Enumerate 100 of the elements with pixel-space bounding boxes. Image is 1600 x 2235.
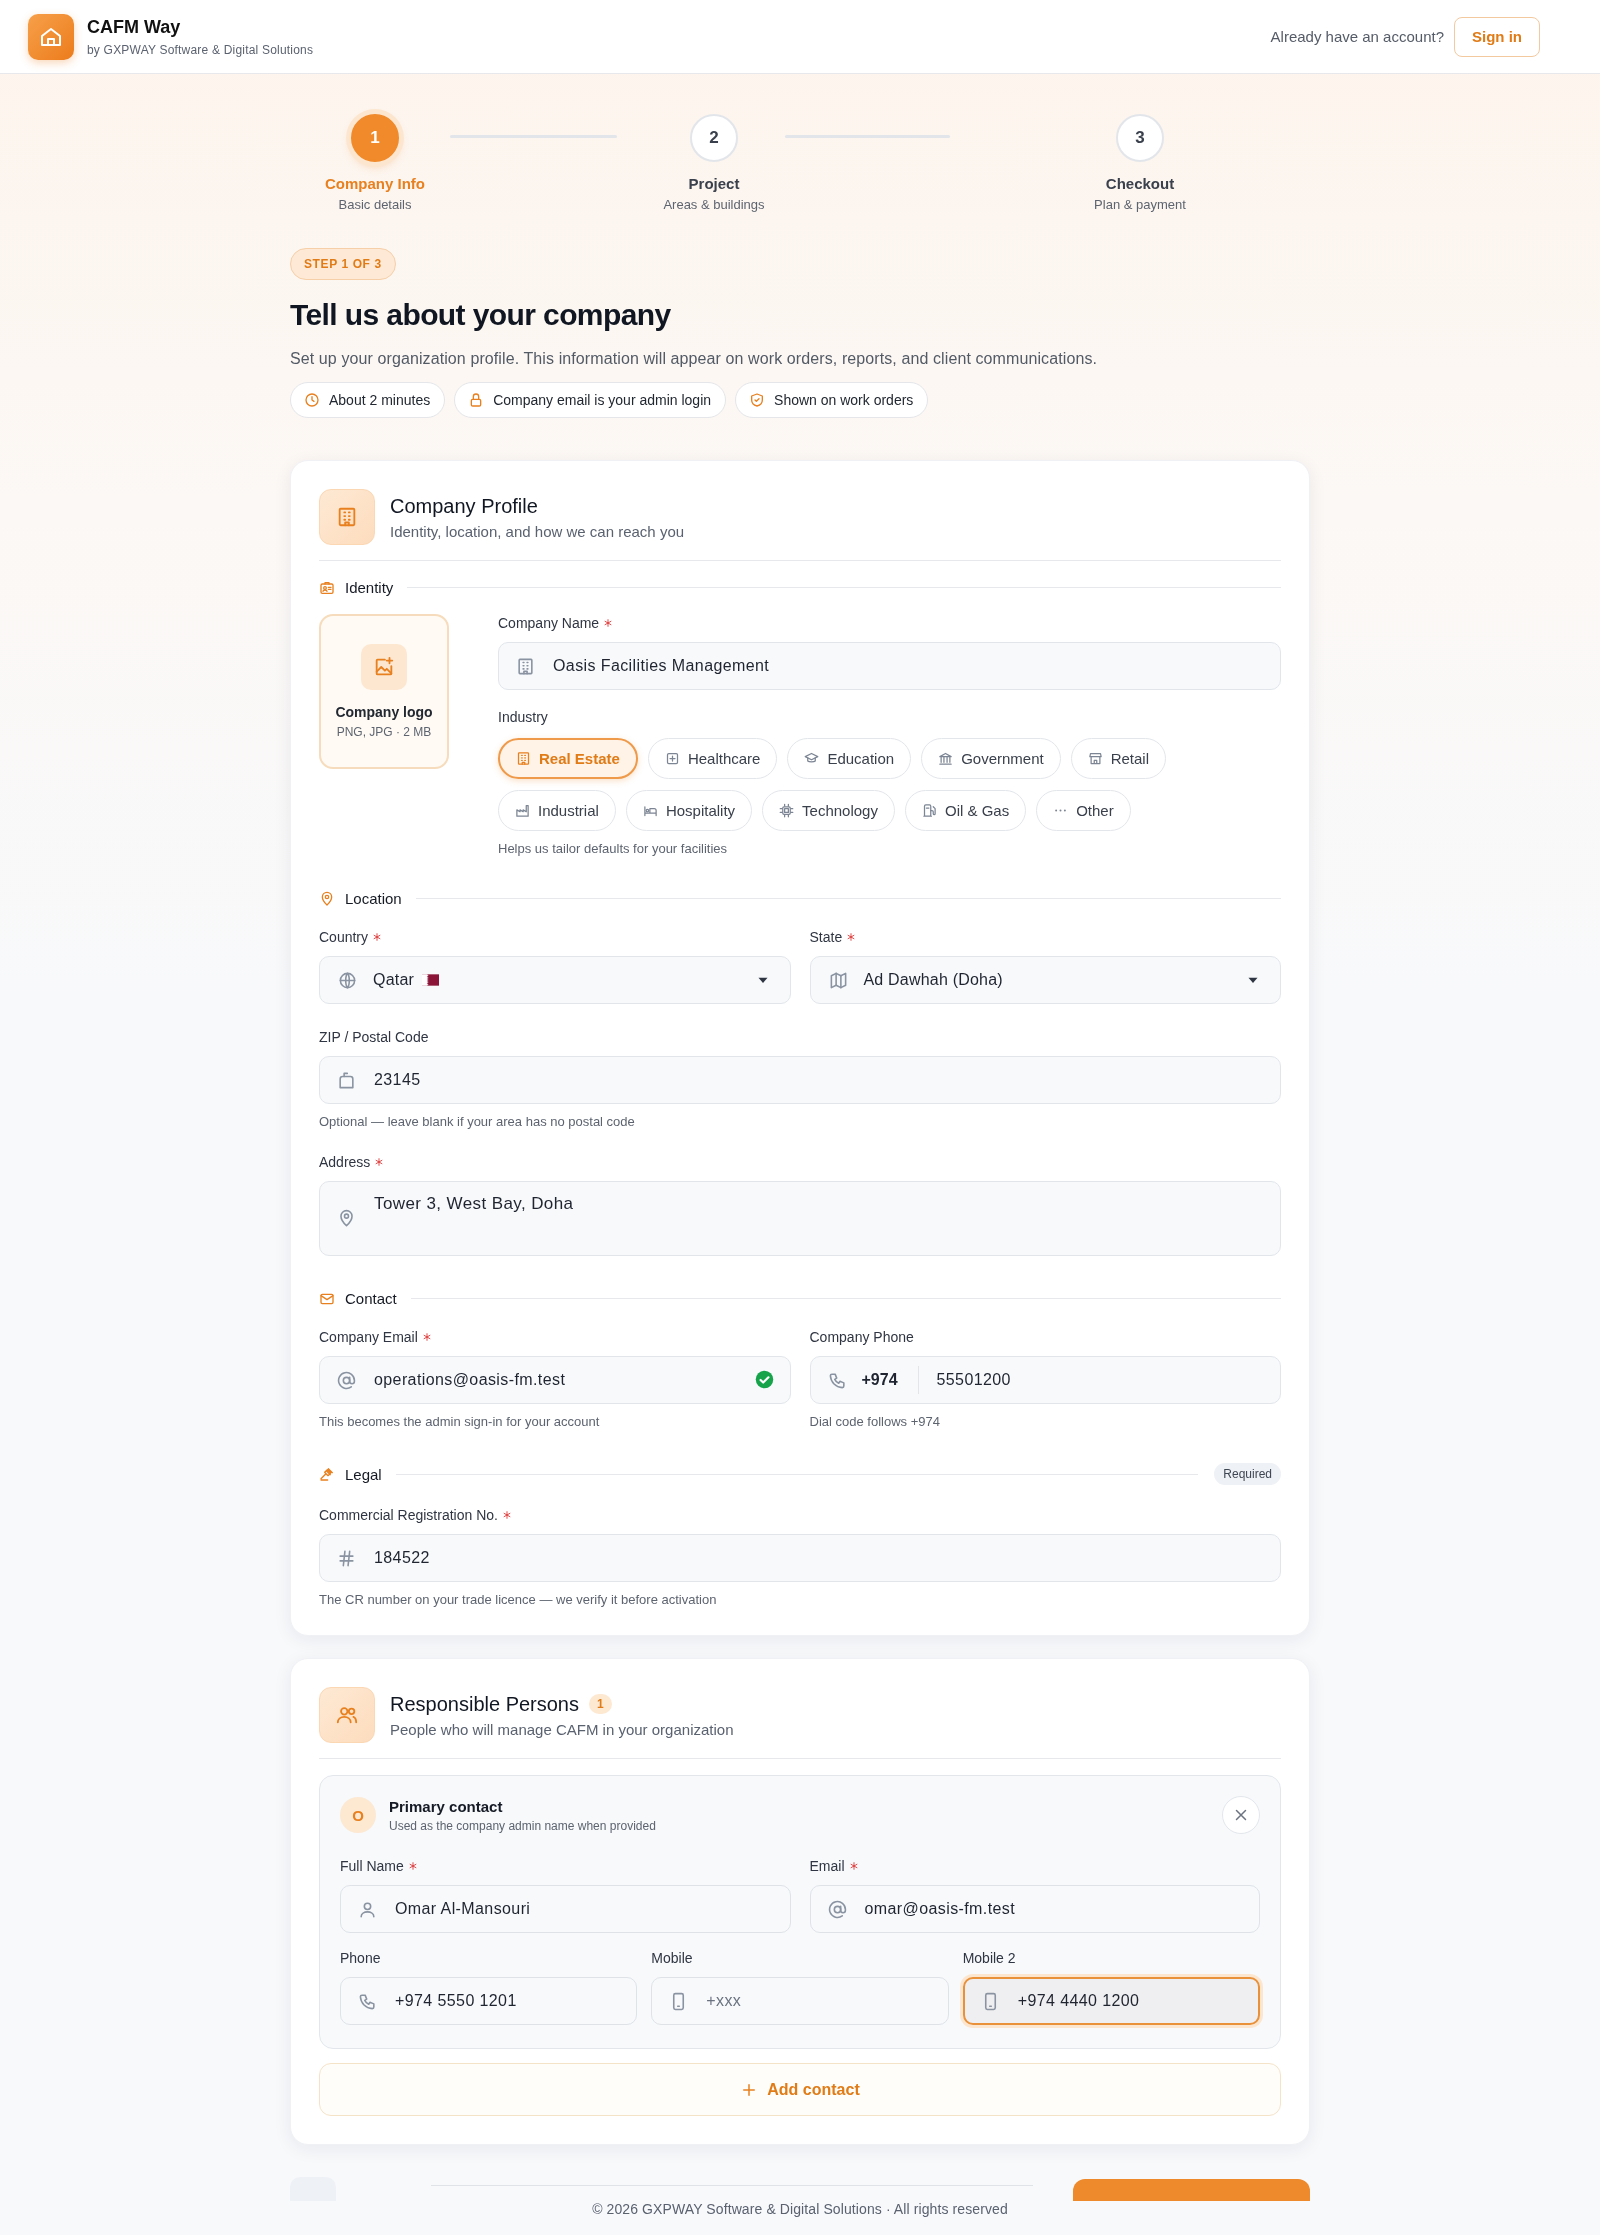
bed-icon xyxy=(642,803,658,818)
input-field[interactable]: operations@oasis-fm.test xyxy=(319,1356,791,1404)
remove-button[interactable] xyxy=(1222,1796,1260,1834)
select-field[interactable]: Qatar xyxy=(319,956,791,1004)
bank-icon xyxy=(938,751,954,766)
graduation-cap-icon xyxy=(804,751,820,766)
buildings-icon xyxy=(336,506,358,528)
person-icon xyxy=(358,1900,377,1919)
industry-option[interactable]: Industrial xyxy=(498,790,616,831)
field-label: Full Name xyxy=(340,1858,404,1874)
field-label: State xyxy=(809,929,843,945)
clock-icon xyxy=(304,392,320,408)
industry-option[interactable]: Hospitality xyxy=(625,790,753,831)
medical-icon xyxy=(664,751,680,766)
input-field[interactable]: 184522 xyxy=(319,1534,1281,1582)
input-field[interactable]: +xxx xyxy=(651,1977,949,2025)
industry-option[interactable]: Technology xyxy=(762,790,895,831)
field-label: ZIP / Postal Code xyxy=(319,1029,429,1045)
input-field[interactable]: omar@oasis-fm.test xyxy=(809,1885,1260,1933)
at-sign-icon xyxy=(337,1371,356,1390)
step-circle[interactable]: 2 xyxy=(690,114,738,162)
page-description: Set up your organization profile. This information will appear on work orders, reports, and client communications. xyxy=(290,350,1099,368)
info-chip: Company email is your admin login xyxy=(454,382,727,418)
phone-icon xyxy=(827,1371,847,1390)
image-add-icon xyxy=(373,656,395,678)
contact-subtitle: Used as the company admin name when provided xyxy=(389,1818,656,1833)
section-title: Identity xyxy=(345,579,394,596)
info-chip: About 2 minutes xyxy=(290,382,446,418)
step-badge: STEP 1 OF 3 xyxy=(290,248,396,280)
building-icon xyxy=(516,657,535,676)
account-prompt: Already have an account? xyxy=(1270,28,1444,45)
page-title: Tell us about your company xyxy=(290,298,672,332)
field-label: Mobile 2 xyxy=(962,1950,1016,1966)
avatar: O xyxy=(340,1797,376,1833)
input-field[interactable]: +974 4440 1200 xyxy=(962,1977,1260,2025)
field-label: Email xyxy=(809,1858,845,1874)
app-name: CAFM Way xyxy=(87,16,182,38)
map-icon xyxy=(828,970,848,990)
at-sign-icon xyxy=(827,1900,847,1919)
card-title: Responsible Persons xyxy=(390,1692,579,1716)
shield-check-icon xyxy=(749,392,766,408)
field-label: Country xyxy=(319,929,369,945)
field-label: Address xyxy=(319,1154,371,1170)
info-chip: Shown on work orders xyxy=(735,382,929,418)
copyright-text: © 2026 GXPWAY Software & Digital Solutions · All rights reserved xyxy=(592,2201,1008,2217)
mailbox-icon xyxy=(337,1071,356,1090)
step-sublabel: Basic details xyxy=(338,197,412,212)
input-field[interactable]: Omar Al-Mansouri xyxy=(340,1885,791,1933)
industry-option[interactable]: Healthcare xyxy=(647,738,778,779)
pin-icon xyxy=(319,890,335,907)
fuel-pump-icon xyxy=(921,803,937,818)
step-label: Company Info xyxy=(325,175,425,192)
required-badge: Required xyxy=(1214,1463,1281,1485)
phone-icon xyxy=(358,1992,377,2011)
flag-icon xyxy=(422,974,439,986)
section-title: Location xyxy=(345,890,402,907)
field-label: Company Name xyxy=(498,615,600,631)
helper-text: The CR number on your trade licence — we verify it before activation xyxy=(319,1592,718,1607)
card-subtitle: Identity, location, and how we can reach you xyxy=(390,522,685,540)
input-field[interactable]: +974 5550 1201 xyxy=(340,1977,638,2025)
logo-upload[interactable]: Company logo PNG, JPG · 2 MB xyxy=(319,614,449,769)
hash-icon xyxy=(337,1549,356,1568)
industry-option[interactable]: Oil & Gas xyxy=(904,790,1027,831)
step-sublabel: Plan & payment xyxy=(1094,197,1186,212)
pin-icon xyxy=(337,1209,356,1228)
field-label: Mobile xyxy=(651,1950,693,1966)
store-icon xyxy=(1087,751,1103,766)
building-icon xyxy=(516,751,531,766)
helper-text: This becomes the admin sign-in for your account xyxy=(319,1414,601,1429)
address-field[interactable]: Tower 3, West Bay, Doha xyxy=(319,1181,1281,1256)
helper-text: Dial code follows +974 xyxy=(809,1414,941,1429)
section-title: Legal xyxy=(345,1465,382,1483)
step-circle[interactable]: 3 xyxy=(1116,114,1164,162)
dial-code: +974 xyxy=(861,1371,898,1389)
section-title: Contact xyxy=(345,1290,397,1307)
step-sublabel: Areas & buildings xyxy=(663,197,765,212)
tagline: by GXPWAY Software & Digital Solutions xyxy=(87,42,314,57)
card-title: Company Profile xyxy=(390,494,538,518)
field-label: Industry xyxy=(498,709,548,725)
input-field[interactable]: 23145 xyxy=(319,1056,1281,1104)
industry-option[interactable]: Education xyxy=(787,738,912,779)
helper-text: Optional — leave blank if your area has no postal code xyxy=(319,1114,636,1129)
input-field[interactable]: Oasis Facilities Management xyxy=(498,642,1281,690)
people-icon xyxy=(336,1704,358,1726)
globe-icon xyxy=(338,970,357,990)
industry-option[interactable]: Retail xyxy=(1070,738,1167,779)
step-label: Checkout xyxy=(1105,175,1175,192)
field-label: Commercial Registration No. xyxy=(319,1507,498,1523)
factory-icon xyxy=(515,803,530,818)
id-card-icon xyxy=(319,579,335,596)
count-badge: 1 xyxy=(589,1694,612,1714)
chip-icon xyxy=(779,803,795,818)
industry-option[interactable]: Government xyxy=(921,738,1061,779)
select-field[interactable]: Ad Dawhah (Doha) xyxy=(809,956,1281,1004)
card-subtitle: People who will manage CAFM in your organization xyxy=(390,1720,734,1738)
contact-title: Primary contact xyxy=(389,1797,504,1815)
field-label: Company Phone xyxy=(809,1329,914,1345)
industry-option[interactable]: Other xyxy=(1036,790,1131,831)
helper-text: Helps us tailor defaults for your facilities xyxy=(498,841,729,856)
field-label: Phone xyxy=(340,1950,381,1966)
